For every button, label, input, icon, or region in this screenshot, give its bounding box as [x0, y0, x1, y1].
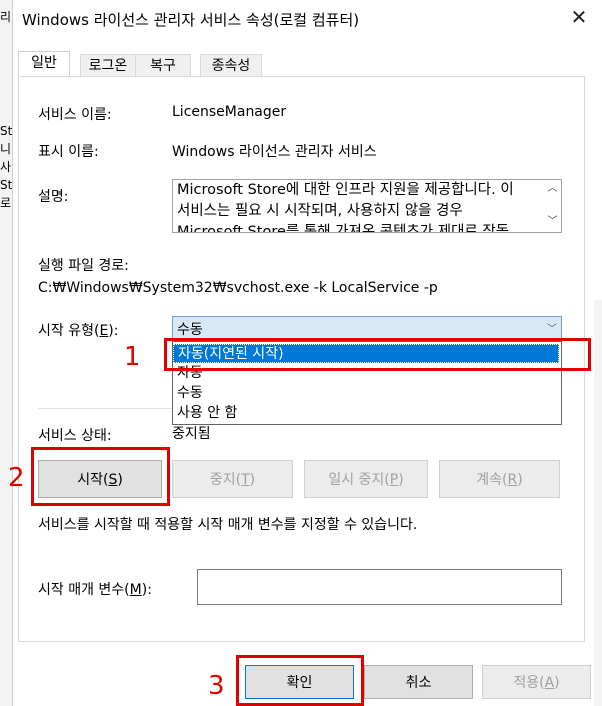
startup-type-value: 수동 — [177, 322, 203, 338]
display-name-label: 표시 이름: — [38, 144, 99, 160]
stop-button[interactable]: 중지(T) — [172, 460, 293, 498]
service-name-label: 서비스 이름: — [38, 107, 112, 123]
description-scrollbar[interactable]: ︿ ﹀ — [544, 180, 561, 232]
background-window-right — [593, 300, 602, 706]
description-text: Microsoft Store에 대한 인프라 지원을 제공합니다. 이 서비스… — [177, 180, 533, 233]
description-label: 설명: — [38, 189, 69, 205]
scroll-down-icon[interactable]: ﹀ — [544, 213, 561, 230]
background-text-3: 니 — [0, 142, 12, 156]
start-params-input[interactable] — [197, 569, 562, 605]
service-status-label: 서비스 상태: — [38, 428, 112, 444]
window-title: Windows 라이선스 관리자 서비스 속성(로컬 컴퓨터) — [22, 11, 360, 29]
annotation-marker-3: 3 — [208, 671, 225, 701]
description-line: Microsoft Store를 통해 가져온 콘텐츠가 제대로 작동 — [177, 224, 510, 233]
cancel-button[interactable]: 취소 — [364, 665, 473, 699]
tab-general[interactable]: 일반 — [18, 51, 70, 76]
tab-bar: 일반 로그온 복구 종속성 — [18, 51, 583, 77]
chevron-down-icon: ﹀ — [547, 324, 557, 335]
annotation-marker-1: 1 — [124, 342, 141, 372]
exe-path-value: C:₩Windows₩System32₩svchost.exe -k Local… — [38, 280, 438, 296]
background-text-1: 리 — [0, 10, 12, 24]
tab-logon[interactable]: 로그온 — [80, 54, 136, 77]
annotation-box-2 — [31, 447, 170, 506]
pause-button[interactable]: 일시 중지(P) — [304, 460, 428, 498]
annotation-box-1 — [164, 338, 591, 371]
background-text-2: St — [0, 124, 13, 138]
close-icon[interactable]: ✕ — [566, 4, 592, 30]
start-params-hint: 서비스를 시작할 때 적용할 시작 매개 변수를 지정할 수 있습니다. — [38, 517, 418, 533]
annotation-marker-2: 2 — [8, 463, 25, 493]
background-text-6: 로 — [0, 196, 12, 210]
tab-recovery[interactable]: 복구 — [135, 54, 191, 77]
background-text-4: 사 — [0, 160, 12, 174]
apply-button[interactable]: 적용(A) — [482, 665, 591, 699]
scroll-up-icon[interactable]: ︿ — [544, 180, 561, 197]
service-status-value: 중지됨 — [172, 426, 211, 442]
background-window-edge — [0, 0, 12, 706]
background-text-5: St — [0, 178, 13, 192]
service-name-value: LicenseManager — [172, 104, 287, 120]
option-disabled[interactable]: 사용 안 함 — [173, 404, 559, 423]
exe-path-label: 실행 파일 경로: — [38, 258, 129, 274]
description-line: Microsoft Store에 대한 인프라 지원을 제공합니다. 이 — [177, 182, 514, 198]
startup-type-label: 시작 유형(E): — [38, 323, 119, 339]
resume-button[interactable]: 계속(R) — [439, 460, 560, 498]
annotation-box-3 — [236, 655, 364, 706]
tab-dependencies[interactable]: 종속성 — [200, 54, 262, 77]
description-line: 서비스는 필요 시 시작되며, 사용하지 않을 경우 — [177, 203, 463, 219]
option-manual[interactable]: 수동 — [173, 384, 559, 403]
description-box[interactable]: Microsoft Store에 대한 인프라 지원을 제공합니다. 이 서비스… — [172, 179, 562, 233]
start-params-label: 시작 매개 변수(M): — [38, 582, 152, 598]
display-name-value: Windows 라이선스 관리자 서비스 — [172, 144, 377, 160]
